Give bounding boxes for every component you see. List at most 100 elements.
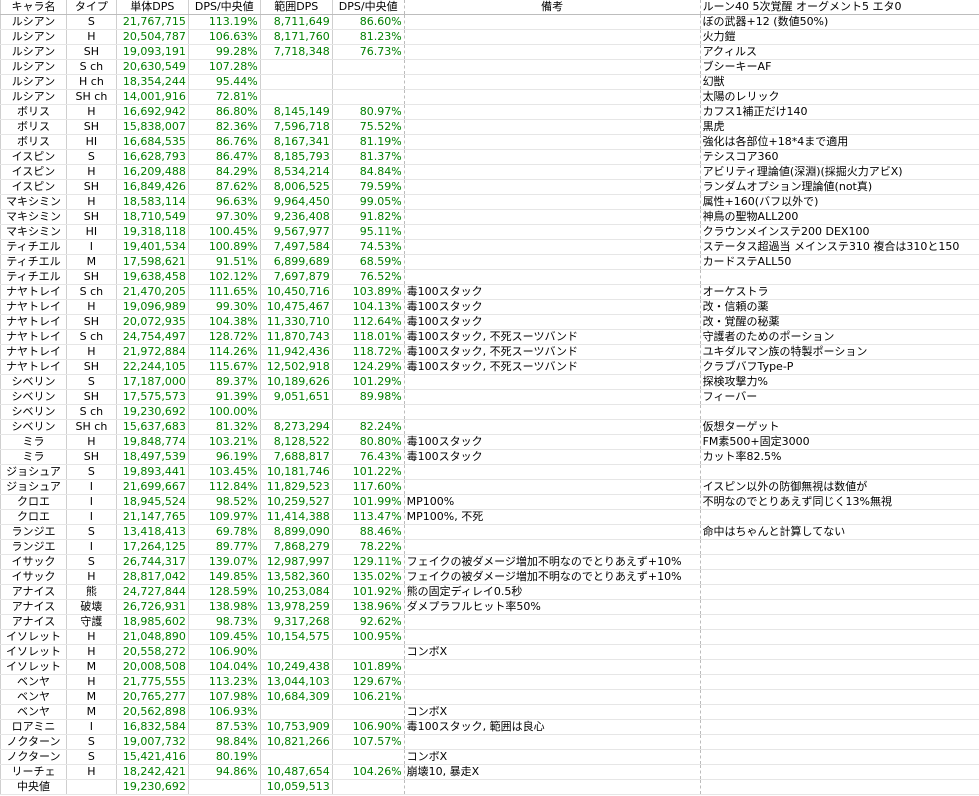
cell-single-dps[interactable]: 21,767,715 bbox=[115, 14, 189, 30]
cell-range-ratio[interactable]: 117.60% bbox=[331, 479, 405, 495]
cell-range-dps[interactable]: 11,870,743 bbox=[259, 329, 333, 345]
cell-type[interactable]: S bbox=[65, 749, 117, 765]
cell-type[interactable]: H bbox=[65, 434, 117, 450]
cell-single-dps[interactable]: 17,187,000 bbox=[115, 374, 189, 390]
cell-character[interactable]: イソレット bbox=[0, 644, 67, 660]
cell-range-ratio[interactable]: 82.24% bbox=[331, 419, 405, 435]
cell-notes[interactable] bbox=[403, 464, 701, 480]
cell-character[interactable]: ナヤトレイ bbox=[0, 329, 67, 345]
cell-type[interactable]: M bbox=[65, 704, 117, 720]
cell-conditions[interactable] bbox=[699, 644, 979, 660]
cell-range-ratio[interactable]: 101.92% bbox=[331, 584, 405, 600]
cell-range-dps[interactable]: 7,497,584 bbox=[259, 239, 333, 255]
cell-notes[interactable]: コンボX bbox=[403, 644, 701, 660]
cell-single-ratio[interactable]: 100.45% bbox=[187, 224, 261, 240]
cell-single-dps[interactable]: 16,684,535 bbox=[115, 134, 189, 150]
cell-range-ratio[interactable]: 81.23% bbox=[331, 29, 405, 45]
cell-single-ratio[interactable]: 69.78% bbox=[187, 524, 261, 540]
cell-type[interactable]: S bbox=[65, 14, 117, 30]
cell-type[interactable]: M bbox=[65, 254, 117, 270]
cell-notes[interactable] bbox=[403, 404, 701, 420]
median-conditions[interactable] bbox=[699, 779, 979, 795]
cell-range-dps[interactable]: 8,711,649 bbox=[259, 14, 333, 30]
cell-type[interactable]: M bbox=[65, 689, 117, 705]
cell-character[interactable]: ルシアン bbox=[0, 29, 67, 45]
cell-conditions[interactable]: カット率82.5% bbox=[699, 449, 979, 465]
cell-notes[interactable]: フェイクの被ダメージ増加不明なのでとりあえず+10% bbox=[403, 554, 701, 570]
cell-single-ratio[interactable]: 91.51% bbox=[187, 254, 261, 270]
cell-conditions[interactable]: 幻獣 bbox=[699, 74, 979, 90]
cell-single-dps[interactable]: 20,504,787 bbox=[115, 29, 189, 45]
cell-character[interactable]: マキシミン bbox=[0, 209, 67, 225]
cell-range-ratio[interactable]: 106.21% bbox=[331, 689, 405, 705]
cell-range-ratio[interactable]: 101.89% bbox=[331, 659, 405, 675]
cell-range-dps[interactable]: 9,964,450 bbox=[259, 194, 333, 210]
cell-range-ratio[interactable]: 92.62% bbox=[331, 614, 405, 630]
cell-conditions[interactable]: 火力鎧 bbox=[699, 29, 979, 45]
cell-range-dps[interactable]: 11,942,436 bbox=[259, 344, 333, 360]
cell-single-ratio[interactable]: 86.80% bbox=[187, 104, 261, 120]
cell-notes[interactable]: 毒100スタック bbox=[403, 284, 701, 300]
cell-conditions[interactable]: 守護者のためのポーション bbox=[699, 329, 979, 345]
cell-range-ratio[interactable]: 68.59% bbox=[331, 254, 405, 270]
cell-conditions[interactable]: 改・覚醒の秘薬 bbox=[699, 314, 979, 330]
cell-conditions[interactable] bbox=[699, 749, 979, 765]
cell-range-ratio[interactable]: 106.90% bbox=[331, 719, 405, 735]
cell-conditions[interactable] bbox=[699, 539, 979, 555]
cell-type[interactable]: S bbox=[65, 374, 117, 390]
cell-single-ratio[interactable]: 107.98% bbox=[187, 689, 261, 705]
cell-conditions[interactable] bbox=[699, 764, 979, 780]
cell-range-dps[interactable]: 10,821,266 bbox=[259, 734, 333, 750]
cell-single-dps[interactable]: 26,744,317 bbox=[115, 554, 189, 570]
cell-notes[interactable] bbox=[403, 659, 701, 675]
cell-character[interactable]: ボリス bbox=[0, 134, 67, 150]
cell-type[interactable]: S bbox=[65, 554, 117, 570]
cell-character[interactable]: リーチェ bbox=[0, 764, 67, 780]
cell-type[interactable]: SH bbox=[65, 44, 117, 60]
cell-notes[interactable]: 毒100スタック bbox=[403, 449, 701, 465]
cell-range-dps[interactable]: 10,154,575 bbox=[259, 629, 333, 645]
cell-type[interactable]: H bbox=[65, 194, 117, 210]
cell-single-ratio[interactable]: 89.77% bbox=[187, 539, 261, 555]
cell-type[interactable]: H ch bbox=[65, 74, 117, 90]
cell-type[interactable]: SH bbox=[65, 359, 117, 375]
cell-notes[interactable] bbox=[403, 734, 701, 750]
cell-type[interactable]: M bbox=[65, 659, 117, 675]
cell-range-ratio[interactable] bbox=[331, 59, 405, 75]
cell-character[interactable]: ナヤトレイ bbox=[0, 314, 67, 330]
cell-single-ratio[interactable]: 149.85% bbox=[187, 569, 261, 585]
cell-conditions[interactable]: FM素500+固定3000 bbox=[699, 434, 979, 450]
cell-conditions[interactable] bbox=[699, 509, 979, 525]
cell-character[interactable]: ジョシュア bbox=[0, 464, 67, 480]
cell-single-ratio[interactable]: 89.37% bbox=[187, 374, 261, 390]
cell-range-dps[interactable]: 8,899,090 bbox=[259, 524, 333, 540]
cell-conditions[interactable]: ステータス超過当 メインステ310 複合は310と150 bbox=[699, 239, 979, 255]
cell-single-dps[interactable]: 19,093,191 bbox=[115, 44, 189, 60]
cell-range-dps[interactable]: 10,181,746 bbox=[259, 464, 333, 480]
cell-conditions[interactable]: ぼの武器+12 (数値50%) bbox=[699, 14, 979, 30]
cell-type[interactable]: SH bbox=[65, 269, 117, 285]
cell-single-dps[interactable]: 21,147,765 bbox=[115, 509, 189, 525]
cell-conditions[interactable] bbox=[699, 569, 979, 585]
cell-single-dps[interactable]: 16,832,584 bbox=[115, 719, 189, 735]
cell-conditions[interactable] bbox=[699, 689, 979, 705]
cell-conditions[interactable] bbox=[699, 704, 979, 720]
cell-conditions[interactable]: オーケストラ bbox=[699, 284, 979, 300]
cell-type[interactable]: SH bbox=[65, 179, 117, 195]
cell-range-ratio[interactable] bbox=[331, 644, 405, 660]
cell-range-dps[interactable]: 8,534,214 bbox=[259, 164, 333, 180]
cell-single-dps[interactable]: 24,754,497 bbox=[115, 329, 189, 345]
cell-range-dps[interactable]: 11,829,523 bbox=[259, 479, 333, 495]
cell-type[interactable]: H bbox=[65, 629, 117, 645]
cell-single-dps[interactable]: 19,638,458 bbox=[115, 269, 189, 285]
cell-conditions[interactable] bbox=[699, 734, 979, 750]
cell-character[interactable]: ルシアン bbox=[0, 89, 67, 105]
cell-single-ratio[interactable]: 98.52% bbox=[187, 494, 261, 510]
cell-character[interactable]: ルシアン bbox=[0, 44, 67, 60]
cell-range-ratio[interactable]: 91.82% bbox=[331, 209, 405, 225]
cell-character[interactable]: ナヤトレイ bbox=[0, 284, 67, 300]
cell-range-dps[interactable] bbox=[259, 89, 333, 105]
cell-single-ratio[interactable]: 128.72% bbox=[187, 329, 261, 345]
cell-type[interactable]: SH bbox=[65, 449, 117, 465]
cell-range-ratio[interactable]: 103.89% bbox=[331, 284, 405, 300]
